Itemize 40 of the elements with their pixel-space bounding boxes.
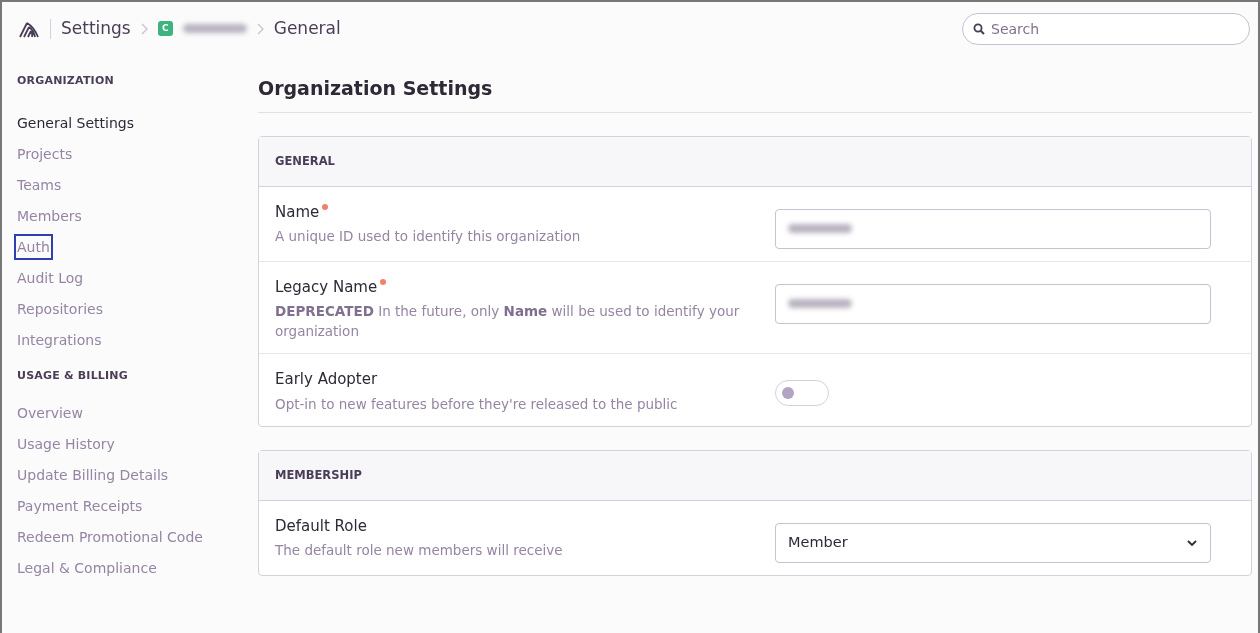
toggle-switch[interactable]	[775, 380, 829, 407]
breadcrumb-current: General	[273, 16, 341, 40]
sidebar-item[interactable]: Members	[14, 202, 85, 229]
search-icon	[973, 22, 985, 35]
role-select[interactable]: Member	[775, 522, 1211, 563]
text-field[interactable]	[775, 208, 1211, 249]
sidebar-heading: USAGE & BILLING	[17, 367, 129, 384]
field-label: Legacy Name	[275, 277, 378, 296]
sidebar-item[interactable]: Update Billing Details	[14, 462, 172, 488]
sidebar-item[interactable]: Redeem Promotional Code	[14, 524, 206, 550]
help-text: A unique ID used to identify this organization	[275, 227, 582, 247]
sidebar-item[interactable]: Auth	[14, 233, 53, 260]
text-field[interactable]	[775, 283, 1211, 324]
chevron-right-icon	[256, 22, 264, 35]
field-label: Name	[275, 202, 320, 221]
field-label: Default Role	[275, 516, 367, 535]
page-title: Organization Settings	[258, 55, 1252, 113]
sidebar-item[interactable]: Audit Log	[14, 264, 87, 291]
chevron-down-icon	[1186, 538, 1198, 547]
help-text: The default role new members will receive	[275, 541, 564, 561]
sidebar-item[interactable]: Legal & Compliance	[14, 555, 160, 581]
select-value: Member	[788, 532, 848, 552]
field-label: Early Adopter	[275, 370, 378, 389]
chevron-right-icon	[140, 22, 148, 35]
help-text: DEPRECATED In the future, only Name will be used to identify your organization	[275, 302, 741, 342]
sidebar-item[interactable]: Usage History	[14, 431, 118, 457]
panel-header: MEMBERSHIP	[259, 450, 1251, 501]
sidebar-heading: ORGANIZATION	[17, 73, 115, 89]
sidebar-item[interactable]: Payment Receipts	[14, 493, 146, 519]
sidebar-item[interactable]: Overview	[14, 400, 86, 426]
organization-avatar: C	[157, 21, 173, 36]
search-field[interactable]: Search	[962, 12, 1250, 45]
help-text: Opt-in to new features before they're released to the public	[275, 394, 679, 414]
sidebar-item[interactable]: General Settings	[14, 109, 138, 136]
sidebar-item[interactable]: Teams	[14, 171, 65, 198]
sidebar-item[interactable]: Projects	[14, 140, 76, 167]
breadcrumb-link[interactable]: Settings	[61, 15, 131, 42]
sidebar-item[interactable]: Integrations	[14, 326, 105, 353]
sidebar-item[interactable]: Repositories	[14, 295, 106, 322]
panel-header: GENERAL	[259, 136, 1251, 187]
